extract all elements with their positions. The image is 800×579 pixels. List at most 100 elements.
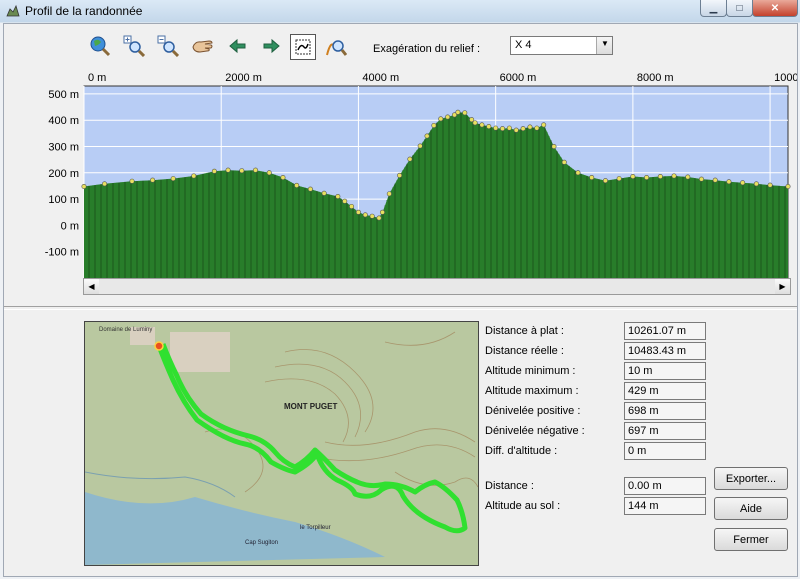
stat-label: Distance réelle : — [485, 345, 564, 357]
map-label-cap-sugiton: Cap Sugiton — [245, 540, 278, 546]
y-tick-label: 500 m — [48, 89, 79, 101]
profile-point-marker — [698, 176, 704, 182]
profile-point-marker — [753, 181, 759, 187]
profile-point-marker — [575, 170, 581, 176]
back-arrow-icon — [229, 38, 246, 54]
close-icon: ✕ — [770, 2, 780, 14]
y-tick-label: 300 m — [48, 141, 79, 153]
track-start-marker — [154, 341, 164, 351]
stat-value-field: 0.00 m — [624, 477, 706, 495]
forward-button[interactable] — [259, 34, 283, 58]
minimize-icon: ▁ — [709, 2, 718, 14]
minimize-button[interactable]: ▁ — [700, 0, 727, 17]
stat-label: Distance à plat : — [485, 325, 564, 337]
profile-point-marker — [726, 179, 732, 185]
stat-value: 10261.07 m — [628, 325, 687, 337]
help-button[interactable]: Aide — [714, 497, 788, 520]
y-tick-label: -100 m — [45, 247, 79, 259]
zoom-out-icon — [157, 35, 179, 57]
stat-value: 10 m — [628, 365, 653, 377]
stat-label: Dénivelée négative : — [485, 425, 585, 437]
profile-point-marker — [445, 114, 451, 120]
profile-point-marker — [369, 213, 375, 219]
profile-point-marker — [685, 174, 691, 180]
profile-point-marker — [170, 176, 176, 182]
globe-zoom-button[interactable] — [88, 34, 112, 58]
x-tick-label: 2000 m — [225, 72, 262, 84]
zoom-out-button[interactable] — [156, 34, 180, 58]
zoom-in-icon — [123, 35, 145, 57]
profile-point-marker — [486, 124, 492, 130]
x-tick-label: 6000 m — [500, 72, 537, 84]
profile-point-marker — [740, 180, 746, 186]
close-window-button[interactable]: ✕ — [752, 0, 798, 17]
map-label-mont-puget: MONT PUGET — [284, 402, 337, 411]
scroll-right-button[interactable]: ▶ — [775, 279, 790, 294]
stat-label: Altitude minimum : — [485, 365, 576, 377]
profile-point-marker — [362, 212, 368, 218]
maximize-button[interactable]: □ — [726, 0, 753, 17]
profile-point-marker — [671, 173, 677, 179]
profile-point-marker — [506, 125, 512, 131]
stat-value: 698 m — [628, 405, 659, 417]
profile-point-marker — [294, 182, 300, 188]
relief-exaggeration-select[interactable]: X 4 ▼ — [510, 36, 613, 55]
back-button[interactable] — [226, 34, 250, 58]
profile-point-marker — [407, 156, 413, 162]
export-button[interactable]: Exporter... — [714, 467, 788, 490]
profile-selection-button[interactable] — [290, 34, 316, 60]
profile-selection-icon — [295, 39, 311, 55]
stat-value: 429 m — [628, 385, 659, 397]
profile-point-marker — [342, 198, 348, 204]
maximize-icon: □ — [736, 2, 743, 14]
profile-point-marker — [211, 168, 217, 174]
chevron-down-icon: ▼ — [601, 39, 609, 48]
panel-splitter[interactable] — [4, 306, 797, 310]
stat-value: 144 m — [628, 500, 659, 512]
profile-point-marker — [386, 191, 392, 197]
profile-point-marker — [527, 124, 533, 130]
profile-point-marker — [541, 122, 547, 128]
elevation-profile-chart[interactable]: 0 m 2000 m 4000 m 6000 m 8000 m 10000 m 500 m 4… — [4, 64, 797, 299]
scroll-left-button[interactable]: ◀ — [84, 279, 99, 294]
profile-point-marker — [712, 177, 718, 183]
profile-point-marker — [785, 183, 791, 189]
profile-point-marker — [520, 126, 526, 132]
stat-value-field: 10 m — [624, 362, 706, 380]
stat-value-field: 698 m — [624, 402, 706, 420]
close-button[interactable]: Fermer — [714, 528, 788, 551]
profile-point-marker — [355, 209, 361, 215]
zoom-in-button[interactable] — [122, 34, 146, 58]
stat-value-field: 697 m — [624, 422, 706, 440]
profile-point-marker — [630, 173, 636, 179]
profile-point-marker — [379, 209, 385, 215]
dropdown-button[interactable]: ▼ — [596, 37, 612, 54]
profile-point-marker — [493, 125, 499, 131]
profile-point-marker — [349, 203, 355, 209]
stat-value: 0.00 m — [628, 480, 662, 492]
profile-point-marker — [321, 190, 327, 196]
stat-label: Altitude maximum : — [485, 385, 579, 397]
x-tick-label: 10000 m — [774, 72, 797, 84]
pan-hand-button[interactable] — [191, 34, 215, 58]
profile-point-marker — [417, 143, 423, 149]
profile-zoom-button[interactable] — [324, 34, 348, 58]
title-bar[interactable]: Profil de la randonnée ▁ □ ✕ — [0, 0, 800, 22]
chart-horizontal-scrollbar[interactable]: ◀ ▶ — [83, 278, 791, 295]
profile-point-marker — [280, 175, 286, 181]
profile-point-marker — [191, 173, 197, 179]
window-title: Profil de la randonnée — [25, 4, 143, 18]
profile-point-marker — [376, 215, 382, 221]
profile-point-marker — [307, 186, 313, 192]
profile-point-marker — [129, 178, 135, 184]
profile-point-marker — [266, 170, 272, 176]
profile-point-marker — [335, 193, 341, 199]
route-map[interactable]: MONT PUGET Cap Sugiton le Torpilleur Dom… — [84, 321, 479, 566]
app-profile-icon — [6, 4, 20, 17]
stat-value-field: 10261.07 m — [624, 322, 706, 340]
y-tick-label: 0 m — [61, 220, 79, 232]
profile-point-marker — [479, 122, 485, 128]
stat-label: Distance : — [485, 480, 534, 492]
profile-point-marker — [81, 183, 87, 189]
profile-point-marker — [616, 176, 622, 182]
